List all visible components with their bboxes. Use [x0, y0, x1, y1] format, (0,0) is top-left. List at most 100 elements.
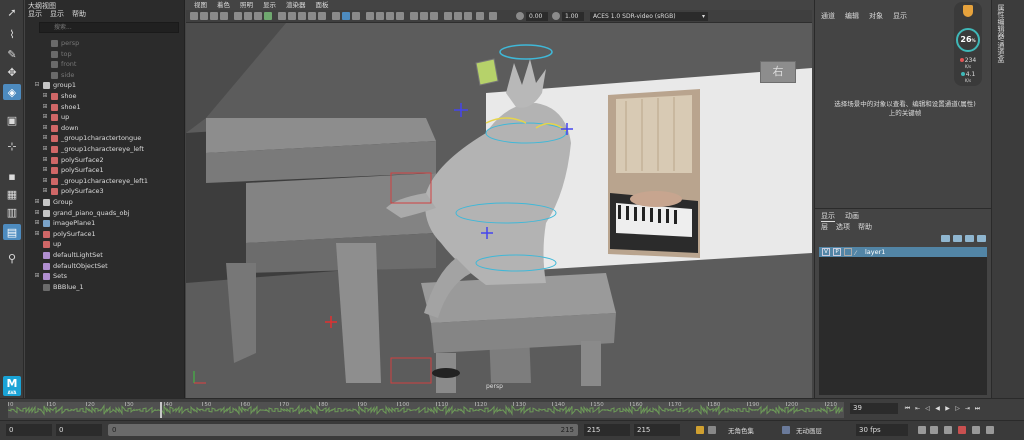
anim-layer-select[interactable]: 无动画层 [796, 425, 822, 435]
xray-joints-icon[interactable] [342, 12, 350, 20]
bookmark-icon[interactable] [210, 12, 218, 20]
expand-icon[interactable]: ⊞ [41, 155, 49, 166]
layer-playback-toggle[interactable]: P [833, 248, 841, 256]
grid-icon[interactable] [234, 12, 242, 20]
isolate-select-icon[interactable] [410, 12, 418, 20]
step-back-key-icon[interactable]: ⇤ [914, 405, 921, 412]
play-backwards-icon[interactable]: ◀ [934, 405, 941, 412]
expand-icon[interactable]: ⊞ [41, 91, 49, 102]
animation-start-field[interactable]: 0 [6, 424, 52, 436]
outliner-item[interactable]: defaultObjectSet [25, 261, 203, 272]
layer-name[interactable]: layer1 [865, 247, 885, 257]
scale-tool-icon[interactable]: ▣ [3, 112, 21, 128]
ambient-occlusion-icon[interactable] [366, 12, 374, 20]
outliner-item[interactable]: ⊞ polySurface3 [25, 186, 203, 197]
camera-icon[interactable] [444, 12, 452, 20]
field-chart-icon[interactable] [454, 12, 462, 20]
xray-icon[interactable] [332, 12, 340, 20]
outliner-item[interactable]: up [25, 239, 203, 250]
exposure-field[interactable]: 0.00 [526, 12, 548, 21]
lasso-tool-icon[interactable]: ⌇ [3, 26, 21, 42]
viewcube[interactable]: 右 [760, 61, 796, 83]
film-gate-icon[interactable] [244, 12, 252, 20]
paint-select-icon[interactable]: ✎ [3, 46, 21, 62]
loop-icon[interactable] [918, 426, 926, 434]
fps-select[interactable]: 30 fps [856, 424, 908, 436]
step-forward-key-icon[interactable]: ⇥ [964, 405, 971, 412]
channelbox-menu-show[interactable]: 显示 [893, 11, 907, 21]
viewport-menu-view[interactable]: 视图 [194, 0, 207, 10]
resolution-gate-icon[interactable] [254, 12, 262, 20]
record-icon[interactable] [958, 426, 966, 434]
gate-mask-icon[interactable] [264, 12, 272, 20]
single-view-icon[interactable]: ▪ [3, 168, 21, 184]
outliner-item[interactable]: ⊞ _group1charactereye_left1 [25, 176, 203, 187]
viewport-canvas[interactable]: 右 persp [186, 23, 812, 398]
outliner-item[interactable]: persp [25, 38, 203, 49]
toggle-colorspace-icon[interactable] [489, 12, 497, 20]
antialiasing-icon[interactable] [386, 12, 394, 20]
lights-icon[interactable] [308, 12, 316, 20]
channelbox-menu-channels[interactable]: 通道 [821, 11, 835, 21]
outliner-item[interactable]: ⊟ group1 [25, 80, 203, 91]
smooth-shade-icon[interactable] [288, 12, 296, 20]
layer-menu-layers[interactable]: 层 [821, 222, 828, 232]
colorspace-select[interactable]: ACES 1.0 SDR-video (sRGB) ▾ [590, 12, 708, 21]
go-to-start-icon[interactable]: ⏮ [904, 405, 911, 412]
outliner-item[interactable]: side [25, 70, 203, 81]
layer-color-icon[interactable]: ⁄ [855, 248, 856, 258]
viewport-menu-panels[interactable]: 面板 [316, 0, 329, 10]
grease-pencil-icon[interactable] [476, 12, 484, 20]
playback-start-field[interactable]: 0 [56, 424, 102, 436]
preferences-icon[interactable] [972, 426, 980, 434]
pan-zoom-icon[interactable] [464, 12, 472, 20]
outliner-item[interactable]: ⊞ _group1charactertongue [25, 133, 203, 144]
outliner-item[interactable]: ⊞ polySurface1 [25, 165, 203, 176]
textured-icon[interactable] [298, 12, 306, 20]
attribute-editor-tab[interactable]: 属性编辑器/通道盒 [991, 0, 1024, 398]
outliner-menu-show[interactable]: 显示 [50, 9, 64, 20]
image-plane-icon[interactable] [220, 12, 228, 20]
animation-end-field[interactable]: 215 [634, 424, 680, 436]
outliner-item[interactable]: ⊞ grand_piano_quads_obj [25, 208, 203, 219]
script-editor-icon[interactable] [986, 426, 994, 434]
outliner-layout-icon[interactable]: ▤ [3, 224, 21, 240]
search-icon[interactable]: ⚲ [3, 250, 21, 266]
outliner-item[interactable]: ⊞ up [25, 112, 203, 123]
collapse-icon[interactable]: ⊟ [33, 80, 41, 91]
outliner-item[interactable]: ⊞ shoe1 [25, 102, 203, 113]
safe-area-icon[interactable] [430, 12, 438, 20]
viewport-menu-shading[interactable]: 着色 [217, 0, 230, 10]
current-time-indicator[interactable] [159, 402, 162, 418]
outliner-item[interactable]: ⊞ shoe [25, 91, 203, 102]
expand-icon[interactable]: ⊞ [41, 102, 49, 113]
move-layer-down-icon[interactable] [953, 235, 962, 242]
tab-display[interactable]: 显示 [821, 211, 835, 222]
move-layer-up-icon[interactable] [941, 235, 950, 242]
new-layer-from-selection-icon[interactable] [977, 235, 986, 242]
expand-icon[interactable]: ⊞ [41, 176, 49, 187]
select-camera-icon[interactable] [190, 12, 198, 20]
outliner-item[interactable]: ⊞ Group [25, 197, 203, 208]
expand-icon[interactable]: ⊞ [33, 208, 41, 219]
current-frame-field[interactable]: 39 [850, 403, 898, 414]
step-back-frame-icon[interactable]: ◁ [924, 405, 931, 412]
outliner-item[interactable]: ⊞ Sets [25, 271, 203, 282]
outliner-item[interactable]: BBBlue_1 [25, 282, 203, 293]
character-set-select[interactable]: 无角色集 [728, 425, 754, 435]
four-view-icon[interactable]: ▦ [3, 186, 21, 202]
new-empty-layer-icon[interactable] [965, 235, 974, 242]
wireframe-icon[interactable] [278, 12, 286, 20]
layer-menu-options[interactable]: 选项 [836, 222, 850, 232]
move-tool-icon[interactable]: ✥ [3, 64, 21, 80]
motion-blur-icon[interactable] [376, 12, 384, 20]
expand-icon[interactable]: ⊞ [41, 165, 49, 176]
expand-icon[interactable]: ⊞ [41, 112, 49, 123]
playback-range-bar[interactable]: 0 215 [108, 424, 578, 436]
expand-icon[interactable]: ⊞ [41, 186, 49, 197]
side-by-side-icon[interactable]: ▥ [3, 204, 21, 220]
go-to-end-icon[interactable]: ⏭ [974, 405, 981, 412]
expand-icon[interactable]: ⊞ [33, 229, 41, 240]
layer-row[interactable]: V P ⁄ layer1 [819, 247, 987, 257]
key-icon[interactable] [708, 426, 716, 434]
